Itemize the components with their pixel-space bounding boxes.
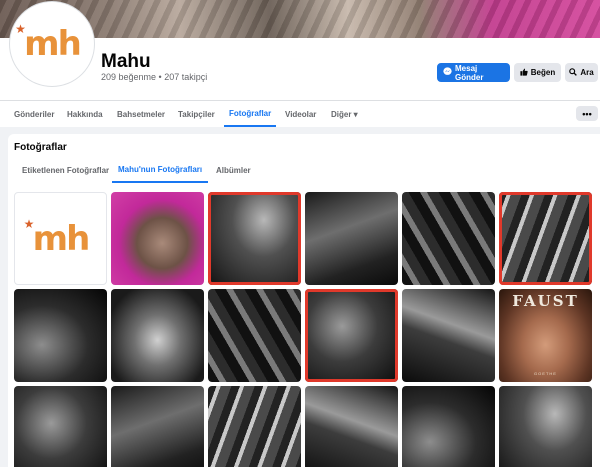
photo-thumbnail[interactable] [208,386,301,467]
photo-thumbnail[interactable] [499,192,592,285]
logo-text: mh [32,218,91,259]
more-options-button[interactable]: ••• [576,106,598,121]
photo-thumbnail[interactable] [305,192,398,285]
tab-about[interactable]: Hakkında [67,101,103,127]
page-title[interactable]: Mahu [101,51,151,73]
messenger-icon [443,67,452,78]
search-icon [569,67,578,78]
photos-section: Fotoğraflar Etiketlenen Fotoğraflar Mahu… [8,134,600,467]
photo-thumbnail[interactable] [111,192,204,285]
avatar[interactable]: ★ mh [10,2,94,86]
logo-text: mh [24,24,82,64]
subtab-albums[interactable]: Albümler [210,158,257,183]
page-logo: ★ mh [24,218,91,259]
faust-title: FAUST [512,292,579,310]
tab-followers[interactable]: Takipçiler [178,101,215,127]
photo-thumbnail[interactable] [402,289,495,382]
page-logo: ★ mh [15,23,82,64]
tab-photos[interactable]: Fotoğraflar [224,101,277,127]
photo-thumbnail[interactable] [305,289,398,382]
page-stats[interactable]: 209 beğenme • 207 takipçi [101,72,207,82]
like-button[interactable]: Beğen [514,63,561,82]
tab-more[interactable]: Diğer ▾ [331,101,358,127]
page-tabs: Gönderiler Hakkında Bahsetmeler Takipçil… [0,100,600,127]
tab-posts[interactable]: Gönderiler [14,101,54,127]
photo-thumbnail[interactable] [305,386,398,467]
profile-header: ★ mh Mahu 209 beğenme • 207 takipçi Mesa… [0,2,600,100]
send-message-button[interactable]: Mesaj Gönder [437,63,510,82]
tab-videos[interactable]: Videolar [285,101,316,127]
star-icon: ★ [15,22,26,36]
photo-thumbnail[interactable] [208,289,301,382]
photo-thumbnail-logo[interactable]: ★ mh [14,192,107,285]
send-message-label: Mesaj Gönder [455,63,484,82]
photo-thumbnail[interactable] [208,192,301,285]
photo-thumbnail[interactable] [402,192,495,285]
photo-thumbnail[interactable] [402,386,495,467]
search-label: Ara [580,68,594,77]
tab-mentions[interactable]: Bahsetmeler [117,101,165,127]
subtab-tagged-photos[interactable]: Etiketlenen Fotoğraflar [16,158,115,183]
subtab-page-photos[interactable]: Mahu'nun Fotoğrafları [112,158,209,183]
photo-thumbnail[interactable] [14,289,107,382]
like-label: Beğen [530,68,556,77]
photo-thumbnail[interactable] [14,386,107,467]
photos-title: Fotoğraflar [14,142,67,153]
photo-thumbnail[interactable] [499,386,592,467]
faust-subtitle: GOETHE [534,371,557,376]
thumbs-up-icon [520,67,528,78]
photo-thumbnail-faust-poster[interactable]: FAUST GOETHE [499,289,592,382]
photo-thumbnail[interactable] [111,386,204,467]
search-button[interactable]: Ara [565,63,598,82]
star-icon: ★ [23,216,35,231]
photo-thumbnail[interactable] [111,289,204,382]
